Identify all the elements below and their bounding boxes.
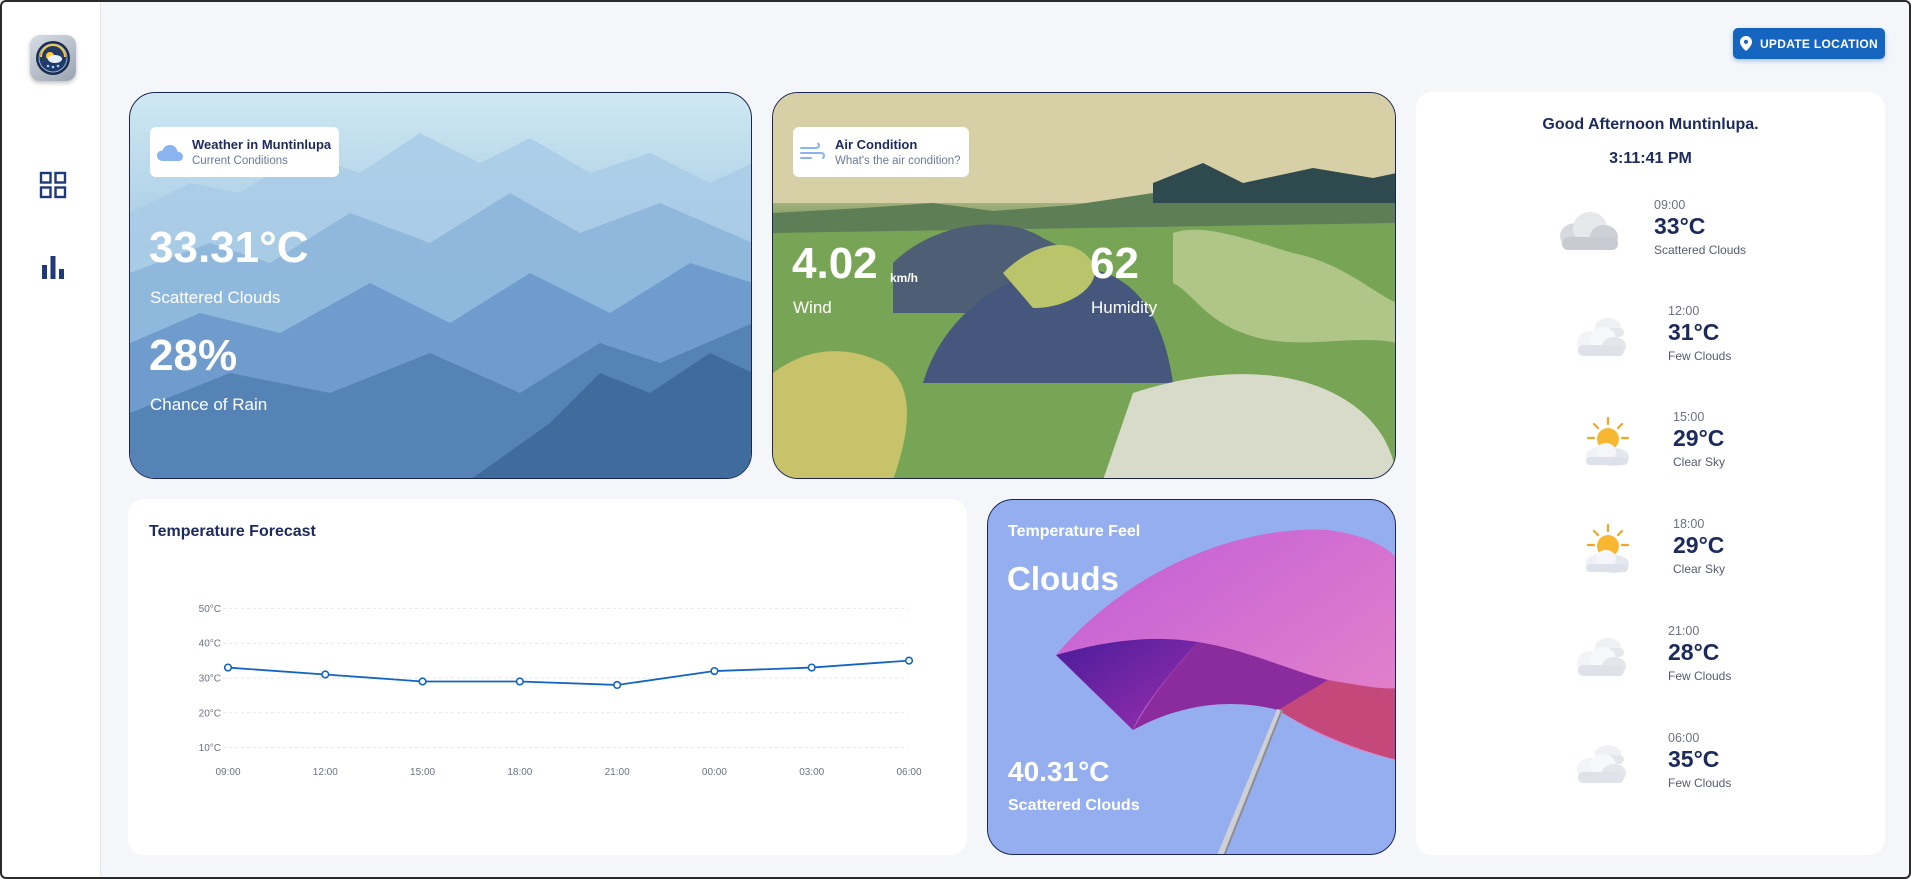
few-clouds-icon [1568, 630, 1632, 689]
hourly-time: 21:00 [1668, 624, 1700, 638]
current-time: 3:11:41 PM [1609, 150, 1692, 167]
hourly-time: 12:00 [1668, 304, 1700, 318]
hourly-description: Few Clouds [1668, 349, 1732, 363]
hourly-temperature: 33°C [1654, 213, 1706, 239]
temperature-series-line [227, 659, 910, 686]
cloud-icon [157, 145, 183, 161]
air-card-subtitle: What's the air condition? [835, 155, 961, 167]
feel-card-title: Temperature Feel [1008, 523, 1141, 540]
hourly-forecast-panel: Good Afternoon Muntinlupa. 3:11:41 PM 09… [1416, 92, 1885, 855]
scattered-clouds-icon [1554, 204, 1622, 263]
dashboard-grid-icon[interactable] [38, 170, 68, 200]
hourly-description: Scattered Clouds [1654, 243, 1747, 257]
app-logo-icon[interactable] [30, 35, 76, 81]
temperature-point [418, 677, 427, 686]
hourly-time: 15:00 [1673, 410, 1705, 424]
y-tick-label: 50°C [199, 604, 221, 615]
few-clouds-icon [1568, 737, 1632, 796]
sidebar [2, 2, 101, 877]
feel-temperature: 40.31°C [1008, 756, 1110, 787]
y-tick-label: 20°C [199, 708, 221, 719]
x-tick-label: 06:00 [896, 767, 921, 778]
sun-behind-cloud-icon [1574, 523, 1638, 582]
few-clouds-icon [1568, 310, 1632, 369]
temperature-forecast-chart: 10°C 20°C 30°C 40°C 50°C 09:00 12:00 15:00 18:00… [199, 604, 922, 778]
hourly-description: Few Clouds [1668, 776, 1732, 790]
temperature-point [904, 656, 914, 665]
hourly-temperature: 29°C [1673, 425, 1725, 451]
air-condition-card: Air Condition What's the air condition? … [772, 92, 1396, 479]
hourly-forecast-item: 15:00 29°C Clear Sky [1416, 408, 1885, 498]
humidity-value: 62 [1090, 239, 1139, 288]
hourly-temperature: 31°C [1668, 319, 1720, 345]
x-tick-label: 12:00 [313, 767, 338, 778]
hourly-temperature: 29°C [1673, 532, 1725, 558]
temperature-point [710, 666, 719, 676]
y-tick-label: 10°C [199, 743, 221, 754]
hourly-time: 09:00 [1654, 198, 1686, 212]
weather-info-chip: Weather in Muntinlupa Current Conditions [150, 127, 340, 177]
wind-label: Wind [793, 298, 832, 317]
rain-chance-label: Chance of Rain [150, 395, 268, 414]
hourly-temperature: 35°C [1668, 746, 1720, 772]
temperature-point [223, 663, 233, 672]
wind-unit: km/h [890, 271, 919, 285]
x-tick-label: 00:00 [702, 767, 727, 778]
y-tick-label: 40°C [199, 639, 221, 650]
x-tick-label: 15:00 [410, 767, 435, 778]
hourly-time: 18:00 [1673, 517, 1705, 531]
update-location-label: UPDATE LOCATION [1759, 36, 1879, 51]
air-info-chip: Air Condition What's the air condition? [793, 127, 969, 177]
hourly-temperature: 28°C [1668, 639, 1720, 665]
temperature-point [807, 663, 816, 672]
wind-icon [800, 142, 826, 159]
hourly-forecast-item: 21:00 28°C Few Clouds [1416, 622, 1885, 712]
bar-chart-icon[interactable] [38, 252, 68, 282]
temperature-point [321, 670, 330, 679]
greeting: Good Afternoon Muntinlupa. [1542, 116, 1759, 133]
temperature-point [515, 677, 524, 686]
weather-card-subtitle: Current Conditions [192, 155, 288, 167]
current-condition: Scattered Clouds [150, 288, 281, 307]
hourly-forecast-item: 06:00 35°C Few Clouds [1416, 729, 1885, 819]
hourly-forecast-item: 09:00 33°C Scattered Clouds [1416, 196, 1885, 286]
hourly-forecast-item: 12:00 31°C Few Clouds [1416, 302, 1885, 392]
wind-value: 4.02 [792, 239, 878, 288]
y-tick-label: 30°C [199, 674, 221, 685]
hourly-time: 06:00 [1668, 731, 1700, 745]
weather-card-title: Weather in Muntinlupa [192, 137, 332, 152]
temperature-forecast-card: Temperature Forecast 10°C 20°C 30°C 40°C 50°… [128, 499, 967, 855]
rain-chance-value: 28% [149, 331, 238, 380]
hourly-forecast-item: 18:00 29°C Clear Sky [1416, 515, 1885, 605]
current-temperature: 33.31°C [149, 223, 309, 272]
feel-description: Scattered Clouds [1008, 797, 1140, 814]
sun-behind-cloud-icon [1574, 416, 1638, 475]
air-card-title: Air Condition [835, 137, 918, 152]
hourly-description: Clear Sky [1673, 455, 1726, 469]
location-pin-icon [1739, 36, 1752, 51]
temperature-feel-card: Temperature Feel Clouds 40.31°C Scattere… [987, 499, 1396, 855]
weather-card: Weather in Muntinlupa Current Conditions… [129, 92, 752, 479]
x-tick-label: 03:00 [799, 767, 824, 778]
temperature-point [613, 680, 622, 690]
humidity-label: Humidity [1091, 298, 1158, 317]
feel-condition: Clouds [1007, 560, 1119, 597]
x-tick-label: 18:00 [507, 767, 532, 778]
hourly-description: Clear Sky [1673, 562, 1726, 576]
x-tick-label: 09:00 [215, 767, 240, 778]
update-location-button[interactable]: UPDATE LOCATION [1733, 28, 1885, 59]
hourly-description: Few Clouds [1668, 669, 1732, 683]
x-tick-label: 21:00 [605, 767, 630, 778]
